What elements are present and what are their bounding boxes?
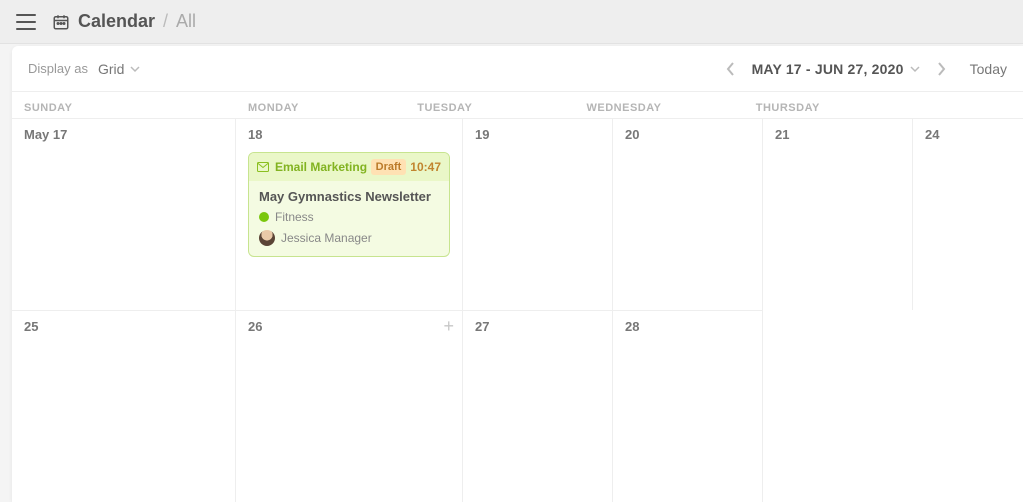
date-range-select[interactable]: MAY 17 - JUN 27, 2020 [752, 61, 920, 77]
calendar-cell[interactable]: 24 [913, 118, 1023, 310]
event-assignee: Jessica Manager [259, 230, 439, 246]
avatar [259, 230, 275, 246]
breadcrumb: Calendar / All [78, 11, 196, 32]
event-title: May Gymnastics Newsletter [259, 189, 439, 204]
add-event-button[interactable]: + [443, 317, 454, 335]
calendar-cell[interactable]: 28 [613, 310, 763, 502]
calendar-cell[interactable]: May 17 [12, 118, 236, 310]
menu-icon[interactable] [16, 14, 36, 30]
status-badge: Draft [371, 159, 407, 175]
date-label: May 17 [24, 127, 223, 142]
date-label: 28 [625, 319, 750, 334]
day-header-tuesday: TUESDAY [405, 92, 574, 118]
chevron-right-icon [936, 62, 946, 76]
today-button[interactable]: Today [970, 61, 1007, 77]
date-label: 18 [248, 127, 450, 142]
date-label: 25 [24, 319, 223, 334]
date-range-label: MAY 17 - JUN 27, 2020 [752, 61, 904, 77]
display-as-label: Display as [28, 61, 88, 76]
date-label: 27 [475, 319, 600, 334]
tag-dot-icon [259, 212, 269, 222]
view-mode-value: Grid [98, 61, 124, 77]
page-title: Calendar [78, 11, 155, 32]
day-header-sunday: SUNDAY [12, 92, 236, 118]
event-assignee-name: Jessica Manager [281, 231, 372, 245]
calendar-cell[interactable]: 19 [463, 118, 613, 310]
date-label: 21 [775, 127, 900, 142]
chevron-down-icon [910, 64, 920, 74]
day-header-monday: MONDAY [236, 92, 405, 118]
event-time: 10:47 [410, 160, 441, 174]
prev-button[interactable] [720, 58, 742, 80]
event-category: Email Marketing [275, 160, 367, 174]
calendar-cell[interactable]: 18 Email Marketing Draft 10:47 May Gymna… [236, 118, 463, 310]
chevron-left-icon [726, 62, 736, 76]
mail-icon [257, 162, 269, 172]
calendar-cell[interactable]: 21 [763, 118, 913, 310]
calendar-cell[interactable]: 26 + [236, 310, 463, 502]
date-label: 24 [925, 127, 1011, 142]
calendar-cell[interactable]: 27 [463, 310, 613, 502]
breadcrumb-subtitle[interactable]: All [176, 11, 196, 32]
calendar-icon [52, 13, 70, 31]
calendar-cell[interactable]: 25 [12, 310, 236, 502]
date-label: 20 [625, 127, 750, 142]
event-tag-label: Fitness [275, 210, 314, 224]
event-tag: Fitness [259, 210, 439, 224]
date-label: 26 [248, 319, 450, 334]
event-card[interactable]: Email Marketing Draft 10:47 May Gymnasti… [248, 152, 450, 257]
next-button[interactable] [930, 58, 952, 80]
day-header-thursday: THURSDAY [744, 92, 913, 118]
chevron-down-icon [130, 64, 140, 74]
date-label: 19 [475, 127, 600, 142]
day-header-wednesday: WEDNESDAY [575, 92, 744, 118]
view-mode-select[interactable]: Grid [98, 61, 140, 77]
calendar-cell[interactable]: 20 [613, 118, 763, 310]
breadcrumb-separator: / [163, 11, 168, 32]
